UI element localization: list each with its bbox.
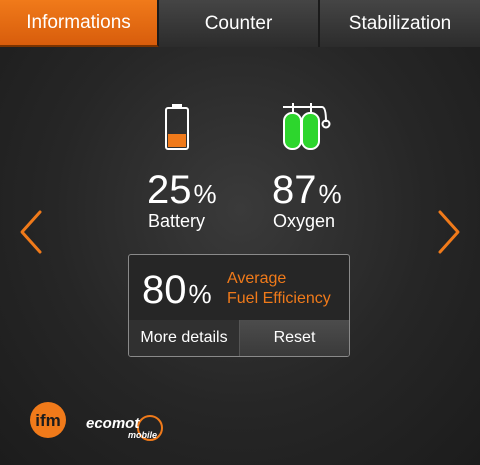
ifm-logo-text: ifm [35,411,61,430]
tab-counter[interactable]: Counter [159,0,320,47]
more-details-button[interactable]: More details [129,320,240,356]
battery-icon [165,104,189,150]
tab-informations[interactable]: Informations [0,0,159,47]
tab-stabilization[interactable]: Stabilization [320,0,480,47]
reset-button[interactable]: Reset [240,320,349,356]
chevron-left-icon[interactable] [16,208,46,256]
oxygen-tanks-icon [283,103,331,150]
fuel-efficiency-value: 80% [142,268,212,312]
oxygen-value: 87% [272,168,342,212]
battery-value: 25% [147,168,217,212]
chevron-right-icon[interactable] [434,208,464,256]
ifm-logo: ifm [30,402,66,438]
oxygen-label: Oxygen [273,211,336,231]
battery-level-fill [168,134,186,147]
tab-bar: Informations Counter Stabilization [0,0,480,47]
battery-label: Battery [148,211,206,231]
mobile-logo-text: mobile [128,430,157,440]
fuel-efficiency-card: 80% Average Fuel Efficiency More details… [128,254,350,357]
fuel-efficiency-label: Average Fuel Efficiency [227,270,331,307]
ecomot-mobile-logo: ecomot mobile [86,415,163,441]
